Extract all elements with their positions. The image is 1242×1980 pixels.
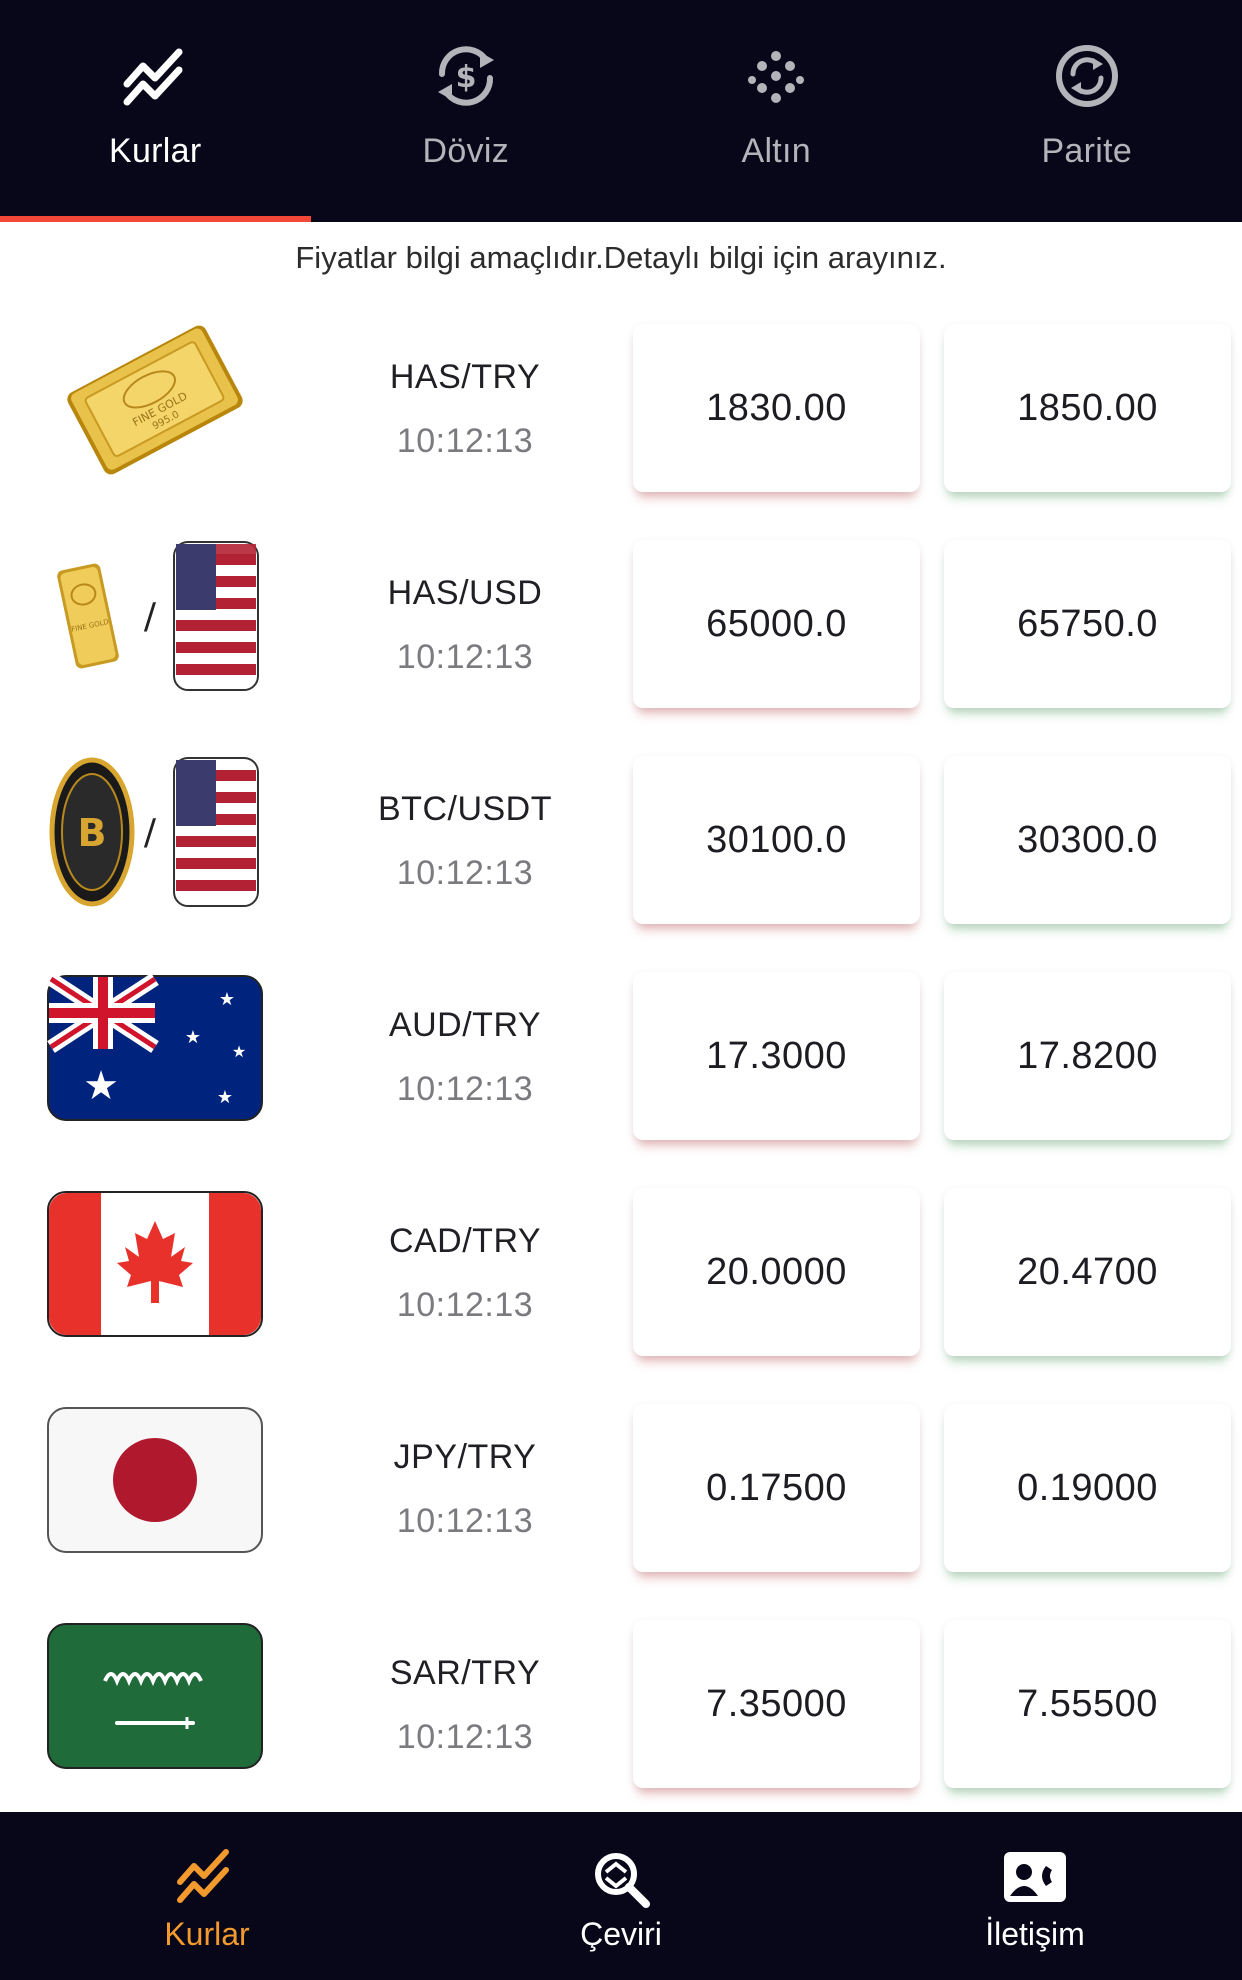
sell-price[interactable]: 20.4700 (944, 1188, 1231, 1356)
nav-iletisim[interactable]: İletişim (828, 1812, 1242, 1980)
tab-label: Parite (1041, 132, 1133, 170)
nav-kurlar[interactable]: Kurlar (0, 1812, 414, 1980)
svg-text:$: $ (455, 60, 476, 95)
sell-price[interactable]: 65750.0 (944, 540, 1231, 708)
pair-name: SAR/TRY (389, 1654, 541, 1692)
tab-altin[interactable]: Altın (621, 0, 932, 222)
buy-price[interactable]: 20.0000 (633, 1188, 920, 1356)
svg-text:★: ★ (232, 1042, 246, 1061)
sell-price[interactable]: 7.55500 (944, 1620, 1231, 1788)
buy-price[interactable]: 30100.0 (633, 756, 920, 924)
bottom-nav-bar: Kurlar Çeviri İletişim (0, 1812, 1242, 1980)
svg-text:★: ★ (185, 1027, 201, 1048)
tab-parite[interactable]: Parite (932, 0, 1242, 222)
top-tab-bar: Kurlar $ Döviz Altın Parite (0, 0, 1242, 222)
rate-row[interactable]: SAR/TRY 10:12:13 7.35000 7.55500 (0, 1588, 1242, 1804)
pair-separator: / (144, 812, 157, 853)
buy-price[interactable]: 65000.0 (633, 540, 920, 708)
nav-label: İletişim (985, 1916, 1085, 1952)
update-time: 10:12:13 (396, 1070, 534, 1108)
parity-icon (1055, 45, 1118, 107)
convert-search-icon (595, 1853, 650, 1908)
tab-label: Kurlar (109, 132, 202, 170)
nav-ceviri[interactable]: Çeviri (414, 1812, 828, 1980)
pair-separator: / (144, 596, 157, 637)
rate-row[interactable]: FINE GOLD 995.0 HAS/TRY 10:12:13 1830.00… (0, 292, 1242, 508)
buy-price[interactable]: 17.3000 (633, 972, 920, 1140)
trend-icon (123, 48, 183, 106)
pair-name: JPY/TRY (393, 1438, 537, 1476)
pair-name: BTC/USDT (378, 790, 552, 828)
australia-flag-icon: ★ ★ ★ ★ ★ (44, 972, 266, 1124)
buy-price[interactable]: 0.17500 (633, 1404, 920, 1572)
dots-grid-icon (748, 51, 805, 103)
info-notice: Fiyatlar bilgi amaçlıdır.Detaylı bilgi i… (0, 222, 1242, 292)
contact-card-icon (1004, 1852, 1066, 1902)
sell-price[interactable]: 17.8200 (944, 972, 1231, 1140)
rate-row[interactable]: FINE GOLD / HAS/USD 10:12:13 65000.0 657… (0, 508, 1242, 724)
pair-name: AUD/TRY (388, 1006, 542, 1044)
tab-label: Döviz (422, 132, 510, 170)
update-time: 10:12:13 (396, 1502, 534, 1540)
gold-usd-icon: FINE GOLD / (44, 540, 266, 692)
svg-text:★: ★ (83, 1063, 119, 1109)
svg-text:B: B (78, 811, 107, 855)
tab-kurlar[interactable]: Kurlar (0, 0, 311, 222)
svg-text:★: ★ (219, 989, 235, 1010)
tab-doviz[interactable]: $ Döviz (311, 0, 622, 222)
sell-price[interactable]: 1850.00 (944, 324, 1231, 492)
saudi-flag-icon (44, 1620, 266, 1772)
rate-row[interactable]: B / BTC/USDT 10:12:13 30100.0 30300.0 (0, 724, 1242, 940)
svg-text:★: ★ (217, 1087, 233, 1108)
rate-row[interactable]: JPY/TRY 10:12:13 0.17500 0.19000 (0, 1372, 1242, 1588)
update-time: 10:12:13 (396, 1286, 534, 1324)
gold-bar-icon: FINE GOLD 995.0 (44, 324, 266, 476)
pair-name: CAD/TRY (388, 1222, 542, 1260)
rate-row[interactable]: ★ ★ ★ ★ ★ AUD/TRY 10:12:13 17.3000 17.82… (0, 940, 1242, 1156)
sell-price[interactable]: 0.19000 (944, 1404, 1231, 1572)
buy-price[interactable]: 7.35000 (633, 1620, 920, 1788)
update-time: 10:12:13 (396, 854, 534, 892)
tab-label: Altın (741, 132, 812, 170)
pair-name: HAS/TRY (389, 358, 541, 396)
rates-list: FINE GOLD 995.0 HAS/TRY 10:12:13 1830.00… (0, 292, 1242, 1804)
update-time: 10:12:13 (396, 1718, 534, 1756)
currency-exchange-icon: $ (437, 46, 494, 106)
japan-flag-icon (44, 1404, 266, 1556)
rate-row[interactable]: CAD/TRY 10:12:13 20.0000 20.4700 (0, 1156, 1242, 1372)
sell-price[interactable]: 30300.0 (944, 756, 1231, 924)
trend-icon (177, 1849, 229, 1903)
update-time: 10:12:13 (396, 638, 534, 676)
canada-flag-icon (44, 1188, 266, 1340)
nav-label: Kurlar (164, 1916, 250, 1952)
bitcoin-usd-icon: B / (44, 756, 266, 908)
pair-name: HAS/USD (387, 574, 543, 612)
nav-label: Çeviri (580, 1916, 662, 1952)
update-time: 10:12:13 (396, 422, 534, 460)
buy-price[interactable]: 1830.00 (633, 324, 920, 492)
